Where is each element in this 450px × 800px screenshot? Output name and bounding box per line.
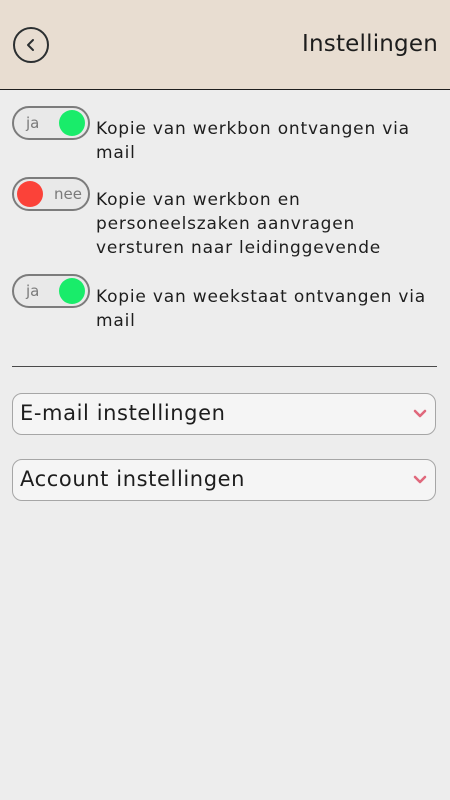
toggle-state-label: ja (26, 282, 40, 300)
toggle-knob (17, 181, 43, 207)
email-settings-dropdown[interactable]: E-mail instellingen (12, 393, 436, 435)
toggle-state-label: ja (26, 114, 40, 132)
dropdown-label: Account instellingen (20, 467, 246, 491)
setting-label: Kopie van werkbon ontvangen via mail (96, 119, 410, 163)
toggle-knob (59, 110, 85, 136)
dropdown-label: E-mail instellingen (20, 401, 226, 425)
werkbon-leidinggevende-toggle[interactable]: nee (12, 177, 90, 211)
section-divider (12, 366, 437, 367)
header-bar: Instellingen (0, 0, 450, 90)
account-settings-dropdown[interactable]: Account instellingen (12, 459, 436, 501)
chevron-down-icon (413, 475, 427, 484)
werkbon-mail-toggle[interactable]: ja (12, 106, 90, 140)
back-button[interactable] (13, 27, 49, 63)
chevron-left-icon (27, 39, 34, 51)
setting-label: Kopie van werkbon en personeelszaken aan… (96, 190, 382, 258)
weekstaat-mail-toggle[interactable]: ja (12, 274, 90, 308)
chevron-down-icon (413, 409, 427, 418)
toggle-state-label: nee (54, 185, 82, 203)
page-title: Instellingen (302, 31, 438, 57)
toggle-knob (59, 278, 85, 304)
setting-label: Kopie van weekstaat ontvangen via mail (96, 287, 426, 331)
